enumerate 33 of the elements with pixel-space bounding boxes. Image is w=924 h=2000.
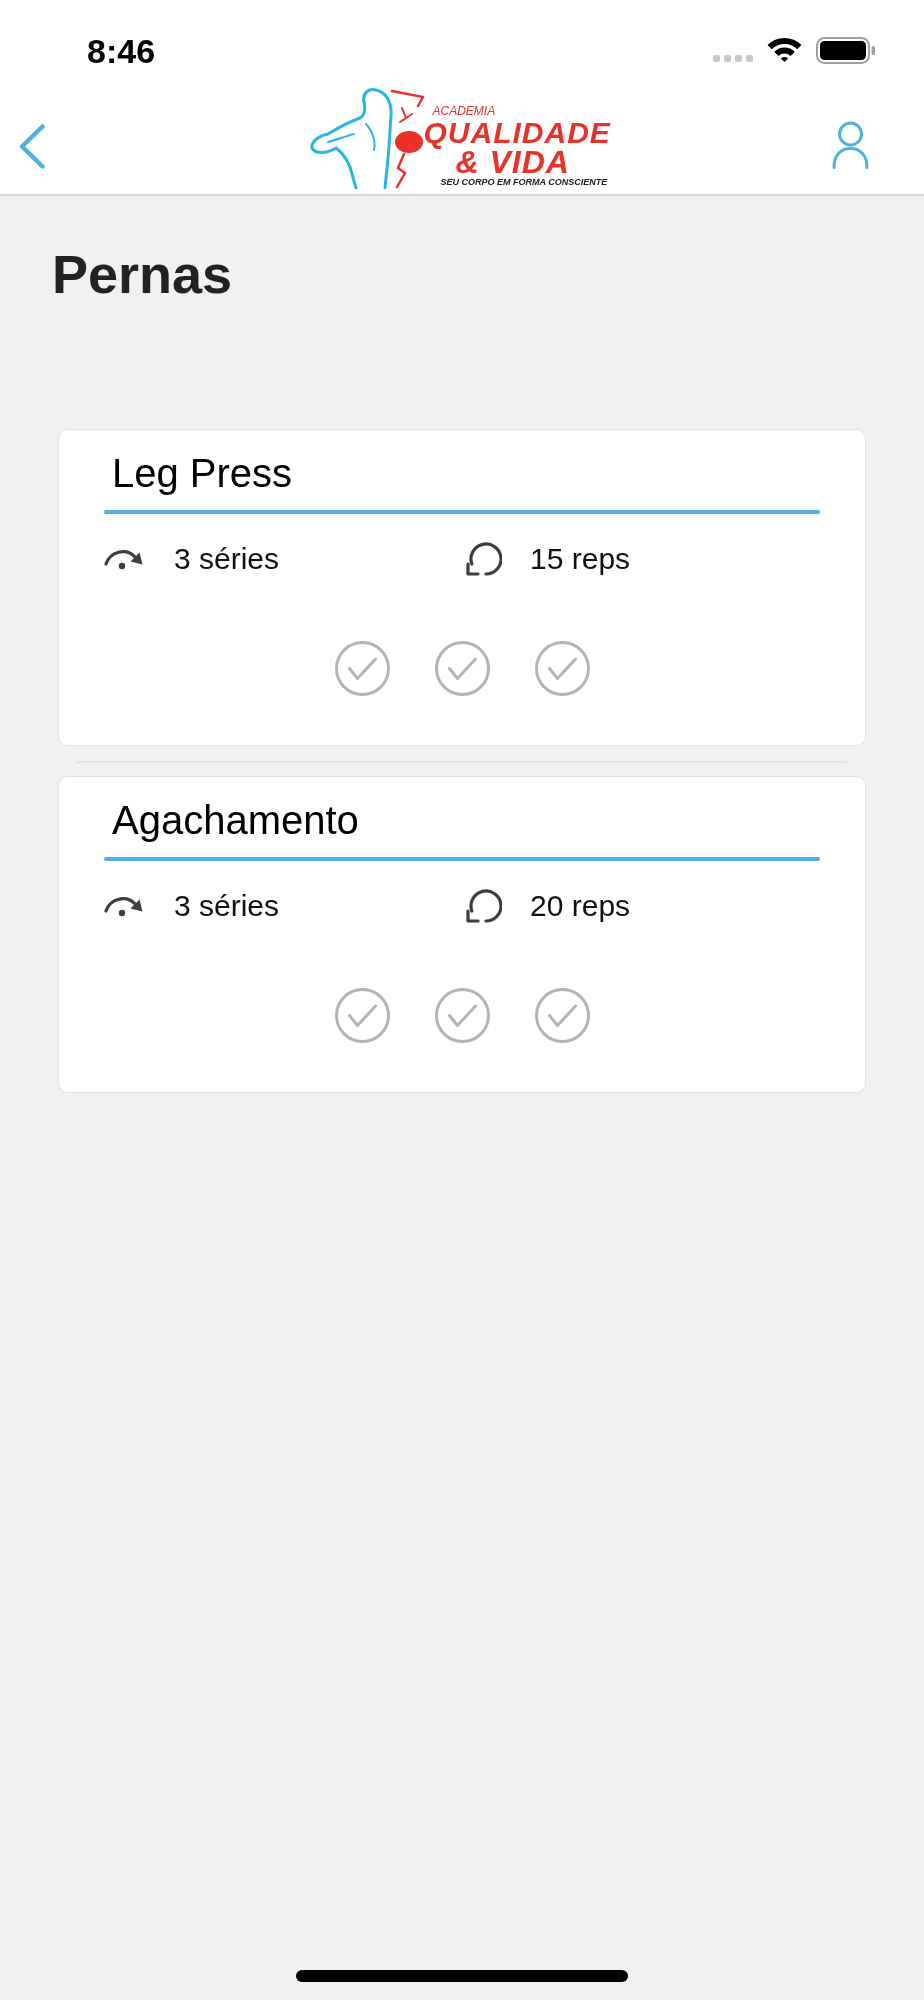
exercise-title: Agachamento: [112, 797, 359, 844]
checkmark-icon: [447, 656, 477, 681]
series-count: 3 séries: [174, 541, 280, 577]
checkmark-icon: [447, 1003, 477, 1028]
set-check-button[interactable]: [334, 988, 390, 1043]
clock-time: 8:46: [87, 31, 156, 71]
logo-tagline: SEU CORPO EM FORMA CONSCIENTE: [440, 177, 609, 187]
cellular-signal-icon: [713, 55, 753, 62]
reps-count: 20 reps: [530, 888, 631, 924]
wifi-icon: [767, 37, 802, 63]
exercise-title: Leg Press: [112, 450, 293, 497]
logo-title: QUALIDADE: [423, 118, 612, 148]
logo-subtitle: & VIDA: [455, 148, 570, 177]
checkmark-icon: [547, 656, 577, 681]
set-check-button[interactable]: [434, 988, 490, 1043]
circular-arrow-icon: [465, 541, 502, 577]
set-check-button[interactable]: [534, 641, 590, 696]
curved-arrow-icon: [104, 547, 144, 571]
set-check-button[interactable]: [534, 988, 590, 1043]
page-title: Pernas: [52, 247, 233, 301]
logo-overline: ACADEMIA: [432, 105, 497, 118]
series-count: 3 séries: [174, 888, 280, 924]
checkmark-icon: [347, 656, 377, 681]
reps-count: 15 reps: [530, 541, 631, 577]
person-icon: [832, 121, 869, 169]
circular-arrow-icon: [465, 888, 502, 924]
set-check-button[interactable]: [334, 641, 390, 696]
checkmark-icon: [547, 1003, 577, 1028]
curved-arrow-icon: [104, 894, 144, 918]
checkmark-icon: [347, 1003, 377, 1028]
battery-icon: [816, 37, 876, 64]
chevron-left-icon: [19, 124, 45, 169]
set-check-button[interactable]: [434, 641, 490, 696]
